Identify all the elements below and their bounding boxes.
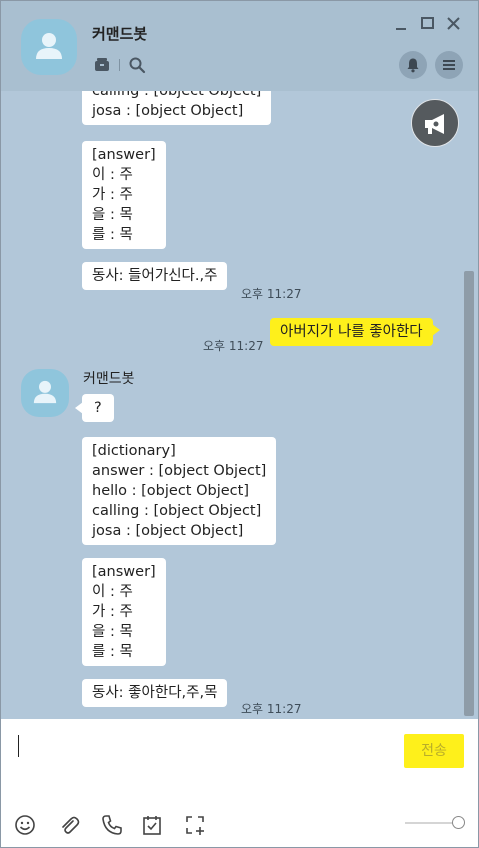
- chat-room-title[interactable]: 커맨드봇: [92, 23, 147, 44]
- my-message-bubble[interactable]: 아버지가 나를 좋아한다: [270, 318, 440, 346]
- archive-icon[interactable]: [93, 56, 111, 74]
- search-icon[interactable]: [128, 56, 146, 74]
- menu-icon: [443, 60, 455, 70]
- message-bubble[interactable]: 동사: 들어가신다.,주: [82, 262, 228, 290]
- font-size-slider-knob[interactable]: [452, 816, 465, 829]
- message-bubble[interactable]: ?: [75, 394, 114, 422]
- notification-button[interactable]: [399, 51, 427, 79]
- announcement-button[interactable]: [411, 99, 459, 147]
- message-time: 오후 11:27: [241, 702, 302, 716]
- message-bubble[interactable]: calling : [object Object] josa : [object…: [82, 91, 272, 125]
- message-bubble[interactable]: 동사: 좋아한다,주,목: [82, 679, 228, 707]
- capture-icon[interactable]: [184, 814, 206, 836]
- calendar-icon[interactable]: [141, 814, 163, 836]
- font-size-slider-track[interactable]: [405, 822, 455, 824]
- user-icon: [36, 33, 62, 59]
- maximize-icon[interactable]: [419, 15, 437, 33]
- message-bubble[interactable]: [answer] 이 : 주 가 : 주 을 : 목 를 : 목: [82, 141, 166, 249]
- close-icon[interactable]: [445, 15, 463, 33]
- minimize-icon[interactable]: [393, 15, 411, 33]
- sender-name: 커맨드봇: [83, 371, 135, 387]
- header-divider: [119, 59, 120, 71]
- bell-icon: [407, 58, 419, 73]
- chat-room-avatar[interactable]: [21, 19, 77, 75]
- message-time: 오후 11:27: [241, 287, 302, 301]
- emoji-icon[interactable]: [14, 814, 36, 836]
- megaphone-icon: [425, 114, 444, 134]
- menu-button[interactable]: [435, 51, 463, 79]
- sender-avatar[interactable]: [21, 369, 69, 417]
- phone-icon[interactable]: [101, 814, 123, 836]
- chat-window: 커맨드봇 calling: [object Object] josa: [o…: [0, 0, 479, 848]
- text-cursor: [18, 735, 19, 757]
- chat-header: 커맨드봇: [1, 1, 478, 91]
- attach-icon[interactable]: [58, 814, 80, 836]
- message-bubble[interactable]: [dictionary] answer : [object Object] he…: [82, 437, 277, 545]
- message-bubble[interactable]: [answer] 이 : 주 가 : 주 을 : 목 를 : 목: [82, 558, 166, 666]
- user-icon: [33, 380, 57, 404]
- scrollbar-thumb[interactable]: [464, 271, 474, 716]
- chat-message-list[interactable]: calling : [object Object] josa : [object…: [1, 91, 478, 719]
- message-input-area[interactable]: 전송: [1, 719, 478, 847]
- message-time: 오후 11:27: [203, 339, 264, 353]
- send-button[interactable]: 전송: [404, 734, 464, 768]
